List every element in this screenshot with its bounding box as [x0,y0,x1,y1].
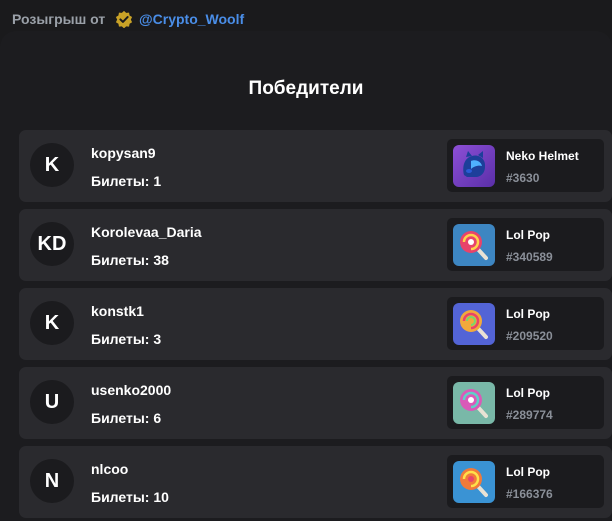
avatar: K [30,301,74,345]
winner-card[interactable]: KD Korolevaa_Daria Билеты: 38 Lol Pop #3… [19,209,612,281]
prize-number: #209520 [506,329,553,343]
avatar: U [30,380,74,424]
prize-chip[interactable]: Lol Pop #209520 [447,297,604,350]
winner-card[interactable]: N nlcoo Билеты: 10 Lol Pop #166376 [19,446,612,518]
avatar: KD [30,222,74,266]
prize-chip[interactable]: Neko Helmet #3630 [447,139,604,192]
prize-number: #340589 [506,250,553,264]
lollipop-icon [453,224,495,266]
prize-chip[interactable]: Lol Pop #166376 [447,455,604,508]
prize-name: Lol Pop [506,228,550,242]
winner-username: kopysan9 [91,145,156,161]
verified-badge-icon [115,10,133,28]
prize-name: Lol Pop [506,465,550,479]
winner-username: usenko2000 [91,382,172,398]
winner-username: Korolevaa_Daria [91,224,202,240]
winner-tickets: Билеты: 38 [91,252,169,268]
prize-name: Lol Pop [506,307,550,321]
avatar: N [30,459,74,503]
winner-card[interactable]: U usenko2000 Билеты: 6 Lol Pop #289774 [19,367,612,439]
prize-name: Lol Pop [506,386,550,400]
lollipop-icon [453,303,495,345]
winner-tickets: Билеты: 10 [91,489,169,505]
prize-number: #3630 [506,171,540,185]
winner-username: nlcoo [91,461,129,477]
page-title: Победители [248,78,364,99]
giveaway-title: Розыгрыш от [12,11,106,27]
winner-card[interactable]: K konstk1 Билеты: 3 Lol Pop #209520 [19,288,612,360]
lollipop-icon [453,461,495,503]
prize-name: Neko Helmet [506,149,579,163]
lollipop-icon [453,382,495,424]
prize-number: #166376 [506,487,553,501]
winner-username: konstk1 [91,303,144,319]
winner-tickets: Билеты: 3 [91,331,162,347]
prize-chip[interactable]: Lol Pop #289774 [447,376,604,429]
winners-panel: Победители K kopysan9 Билеты: 1 Neko Hel… [0,31,612,521]
avatar: K [30,143,74,187]
winner-card[interactable]: K kopysan9 Билеты: 1 Neko Helmet #3630 [19,130,612,202]
winner-tickets: Билеты: 1 [91,173,162,189]
creator-handle-link[interactable]: @Crypto_Woolf [139,11,244,27]
neko-helmet-icon [453,145,495,187]
prize-number: #289774 [506,408,553,422]
winner-tickets: Билеты: 6 [91,410,162,426]
prize-chip[interactable]: Lol Pop #340589 [447,218,604,271]
